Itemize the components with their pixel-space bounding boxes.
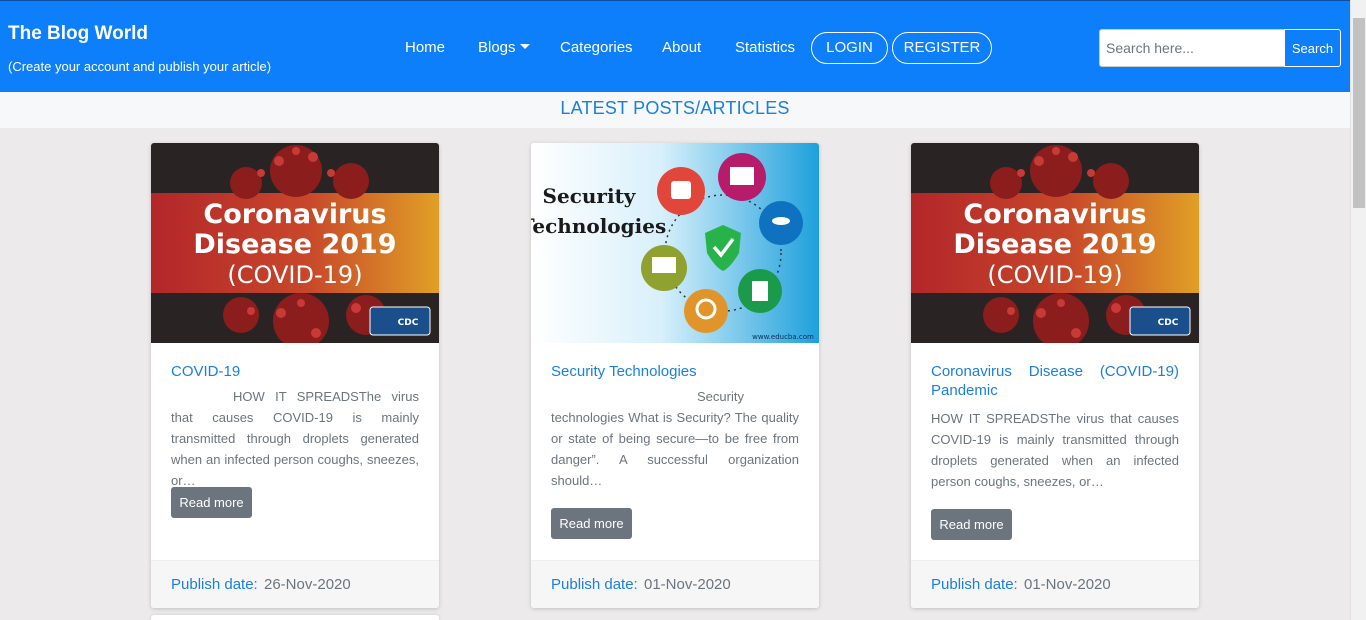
search-input[interactable] (1099, 29, 1285, 67)
publish-date-label: Publish date: (171, 576, 258, 593)
post-title[interactable]: Security Technologies (551, 362, 799, 381)
post-title[interactable]: COVID-19 (171, 362, 419, 381)
scrollbar-thumb[interactable] (1353, 18, 1365, 208)
nav-blogs-label: Blogs (478, 39, 516, 56)
nav-blogs-dropdown[interactable]: Blogs (478, 39, 530, 56)
post-image-covid[interactable]: Coronavirus Disease 2019 (COVID-19) CDC (911, 143, 1199, 343)
covid-image-line3: (COVID-19) (227, 261, 362, 289)
read-more-button[interactable]: Read more (171, 487, 252, 518)
publish-date-label: Publish date: (551, 576, 638, 593)
security-image-line2: Technologies (531, 214, 666, 238)
covid-image-line1: Coronavirus (203, 199, 386, 230)
publish-date-label: Publish date: (931, 576, 1018, 593)
register-button[interactable]: REGISTER (892, 32, 992, 64)
post-excerpt: HOW IT SPREADSThe virus that causes COVI… (931, 411, 1179, 489)
publish-date-value: 26-Nov-2020 (264, 576, 351, 593)
nav-home[interactable]: Home (405, 39, 445, 56)
covid-image-line2: Disease 2019 (193, 229, 396, 260)
covid-image: Coronavirus Disease 2019 (COVID-19) CDC (151, 143, 439, 343)
next-row-card-edge (151, 615, 439, 620)
read-more-button[interactable]: Read more (931, 509, 1012, 540)
security-image-watermark: www.educba.com (752, 333, 814, 341)
post-image-security[interactable]: Security Technologies www.educba.com (531, 143, 819, 343)
navbar: The Blog World (Create your account and … (0, 0, 1350, 92)
card-footer: Publish date: 01-Nov-2020 (531, 560, 819, 608)
post-title[interactable]: Coronavirus Disease (COVID-19) Pandemic (931, 362, 1179, 400)
covid-image-line3: (COVID-19) (987, 261, 1122, 289)
card-footer: Publish date: 01-Nov-2020 (911, 560, 1199, 608)
post-excerpt: Security technologies What is Security? … (551, 389, 799, 488)
nav-categories[interactable]: Categories (560, 39, 633, 56)
page-scrollbar[interactable] (1350, 0, 1366, 620)
caret-down-icon (519, 44, 530, 49)
covid-image-line2: Disease 2019 (953, 229, 1156, 260)
cdc-badge: CDC (1158, 318, 1179, 328)
post-card: Coronavirus Disease 2019 (COVID-19) CDC … (911, 143, 1199, 608)
cdc-badge: CDC (398, 318, 419, 328)
post-image-covid[interactable]: Coronavirus Disease 2019 (COVID-19) CDC (151, 143, 439, 343)
brand-subtitle: (Create your account and publish your ar… (8, 59, 272, 74)
read-more-button[interactable]: Read more (551, 508, 632, 539)
brand-title[interactable]: The Blog World (8, 23, 148, 45)
publish-date-value: 01-Nov-2020 (644, 576, 731, 593)
login-button[interactable]: LOGIN (811, 32, 888, 64)
publish-date-value: 01-Nov-2020 (1024, 576, 1111, 593)
latest-posts-heading: LATEST POSTS/ARTICLES (560, 98, 790, 118)
post-card: Coronavirus Disease 2019 (COVID-19) CDC … (151, 143, 439, 608)
covid-image-line1: Coronavirus (963, 199, 1146, 230)
post-card: Security Technologies www.educba.com Sec… (531, 143, 819, 608)
search-button[interactable]: Search (1284, 29, 1341, 67)
post-excerpt: HOW IT SPREADSThe virus that causes COVI… (171, 389, 419, 488)
security-image: Security Technologies www.educba.com (531, 143, 819, 343)
latest-posts-bar: LATEST POSTS/ARTICLES (0, 92, 1350, 128)
card-footer: Publish date: 26-Nov-2020 (151, 560, 439, 608)
nav-about[interactable]: About (662, 39, 701, 56)
nav-statistics[interactable]: Statistics (735, 39, 795, 56)
covid-image: Coronavirus Disease 2019 (COVID-19) CDC (911, 143, 1199, 343)
security-image-line1: Security (543, 184, 637, 208)
